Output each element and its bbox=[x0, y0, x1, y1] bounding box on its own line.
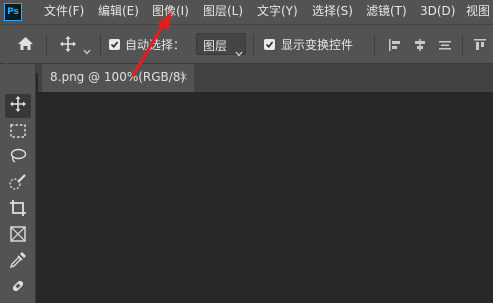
menu-select[interactable]: 选择(S) bbox=[312, 0, 353, 24]
auto-select-target-dropdown[interactable]: 图层 bbox=[196, 33, 246, 57]
frame-icon bbox=[10, 226, 26, 246]
tool-move[interactable] bbox=[5, 94, 31, 118]
tools-panel bbox=[0, 64, 36, 303]
crop-icon bbox=[9, 199, 27, 221]
options-bar: 自动选择： 图层 显示变换控件 bbox=[0, 24, 493, 64]
auto-select-label: 自动选择： bbox=[125, 38, 186, 52]
document-canvas[interactable] bbox=[38, 92, 493, 303]
divider bbox=[253, 34, 254, 56]
home-icon[interactable] bbox=[17, 36, 34, 55]
show-transform-checkbox[interactable] bbox=[264, 39, 275, 50]
chevron-down-icon[interactable] bbox=[83, 40, 91, 59]
show-transform-label: 显示变换控件 bbox=[281, 38, 354, 52]
rectangular-marquee-icon bbox=[10, 123, 26, 142]
menu-layer[interactable]: 图层(L) bbox=[203, 0, 243, 24]
eyedropper-icon bbox=[9, 251, 27, 273]
tool-crop[interactable] bbox=[5, 198, 31, 222]
menu-file[interactable]: 文件(F) bbox=[44, 0, 84, 24]
menu-3d[interactable]: 3D(D) bbox=[420, 0, 455, 24]
tool-lasso[interactable] bbox=[5, 146, 31, 170]
menu-edit[interactable]: 编辑(E) bbox=[98, 0, 139, 24]
move-icon bbox=[9, 95, 27, 117]
document-tab-label: 8.png @ 100%(RGB/8) bbox=[50, 70, 186, 84]
quick-selection-icon bbox=[9, 173, 27, 195]
tool-quick-selection[interactable] bbox=[5, 172, 31, 196]
auto-select-checkbox[interactable] bbox=[109, 39, 120, 50]
align-horizontal-center-icon[interactable] bbox=[413, 37, 427, 56]
tool-marquee[interactable] bbox=[5, 120, 31, 144]
photoshop-logo[interactable]: Ps bbox=[4, 3, 22, 21]
menu-view[interactable]: 视图 bbox=[466, 0, 490, 24]
move-tool-preset-icon[interactable] bbox=[59, 35, 77, 57]
tool-eyedropper[interactable] bbox=[5, 250, 31, 274]
close-icon[interactable]: × bbox=[179, 70, 188, 83]
divider bbox=[374, 34, 375, 56]
chevron-down-icon bbox=[235, 42, 243, 61]
tool-frame[interactable] bbox=[5, 224, 31, 248]
tool-healing-brush[interactable] bbox=[5, 276, 31, 300]
document-tab[interactable]: 8.png @ 100%(RGB/8) × bbox=[42, 64, 194, 92]
menu-bar: Ps 文件(F) 编辑(E) 图像(I) 图层(L) 文字(Y) 选择(S) 滤… bbox=[0, 0, 493, 24]
divider bbox=[100, 34, 101, 56]
menu-image[interactable]: 图像(I) bbox=[152, 0, 189, 24]
dropdown-value: 图层 bbox=[203, 39, 228, 53]
divider bbox=[462, 34, 463, 56]
align-right-icon[interactable] bbox=[438, 37, 452, 56]
menu-type[interactable]: 文字(Y) bbox=[257, 0, 298, 24]
lasso-icon bbox=[9, 148, 27, 168]
align-left-icon[interactable] bbox=[388, 37, 402, 56]
align-top-icon[interactable] bbox=[473, 37, 487, 56]
divider bbox=[46, 34, 47, 56]
healing-brush-icon bbox=[9, 277, 27, 299]
menu-filter[interactable]: 滤镜(T) bbox=[366, 0, 407, 24]
